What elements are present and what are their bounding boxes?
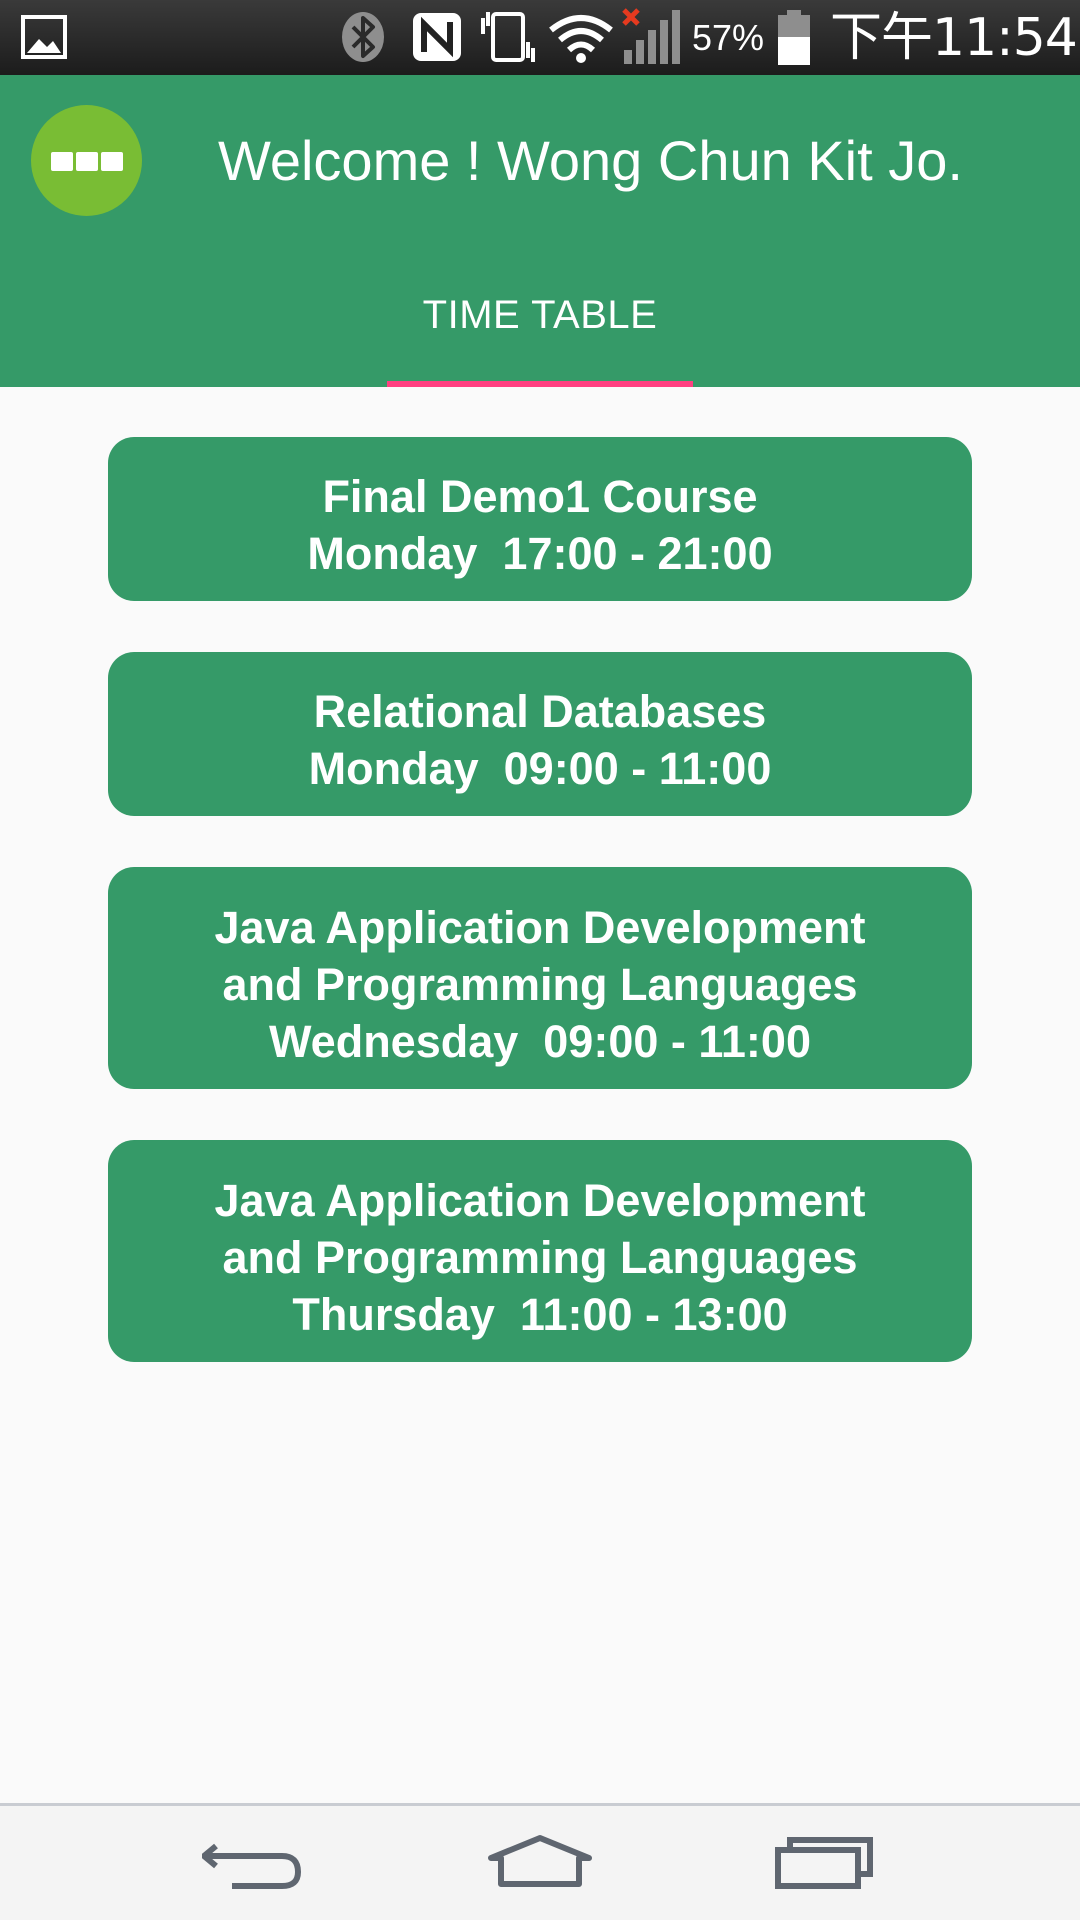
more-icon-dot — [101, 152, 123, 171]
vibrate-icon — [481, 12, 535, 62]
tab-indicator — [387, 381, 693, 387]
nfc-icon — [413, 13, 461, 61]
gallery-icon — [21, 15, 67, 59]
course-title: Final Demo1 Course — [322, 471, 758, 522]
course-schedule: Monday 17:00 - 21:00 — [307, 528, 773, 579]
course-schedule: Thursday 11:00 - 13:00 — [292, 1288, 788, 1340]
menu-button[interactable] — [31, 105, 142, 216]
course-title: Java Application Development — [214, 901, 866, 953]
course-title: Java Application Development — [214, 1174, 866, 1226]
signal-no-sim-icon — [622, 8, 680, 64]
course-title: Relational Databases — [313, 686, 767, 737]
home-icon[interactable] — [485, 1834, 595, 1894]
course-card[interactable]: Java Application Development and Program… — [108, 867, 972, 1089]
back-icon[interactable] — [202, 1834, 312, 1894]
app-bar: Welcome ! Wong Chun Kit Jo. TIME TABLE — [0, 75, 1080, 387]
wifi-icon — [549, 15, 613, 63]
welcome-title: Welcome ! Wong Chun Kit Jo. — [218, 129, 963, 192]
course-card[interactable]: Java Application Development and Program… — [108, 1140, 972, 1362]
status-bar: 57% 下午11:54 — [0, 0, 1080, 75]
tab-label: TIME TABLE — [422, 293, 658, 337]
battery-percentage: 57% — [692, 17, 765, 58]
course-schedule: Monday 09:00 - 11:00 — [308, 743, 772, 794]
bluetooth-icon — [342, 12, 384, 62]
course-schedule: Wednesday 09:00 - 11:00 — [269, 1015, 811, 1067]
navigation-bar — [0, 1803, 1080, 1920]
course-title: and Programming Languages — [222, 1231, 858, 1283]
more-icon-dot — [76, 152, 98, 171]
course-card[interactable]: Relational Databases Monday 09:00 - 11:0… — [108, 652, 972, 816]
more-icon-dot — [51, 152, 73, 171]
recents-icon[interactable] — [770, 1834, 880, 1894]
course-title: and Programming Languages — [222, 958, 858, 1010]
clock: 下午11:54 — [830, 8, 1078, 68]
battery-icon — [778, 10, 810, 65]
tab-time-table[interactable]: TIME TABLE — [387, 275, 693, 387]
timetable-list: Final Demo1 Course Monday 17:00 - 21:00 … — [108, 437, 972, 1413]
course-card[interactable]: Final Demo1 Course Monday 17:00 - 21:00 — [108, 437, 972, 601]
